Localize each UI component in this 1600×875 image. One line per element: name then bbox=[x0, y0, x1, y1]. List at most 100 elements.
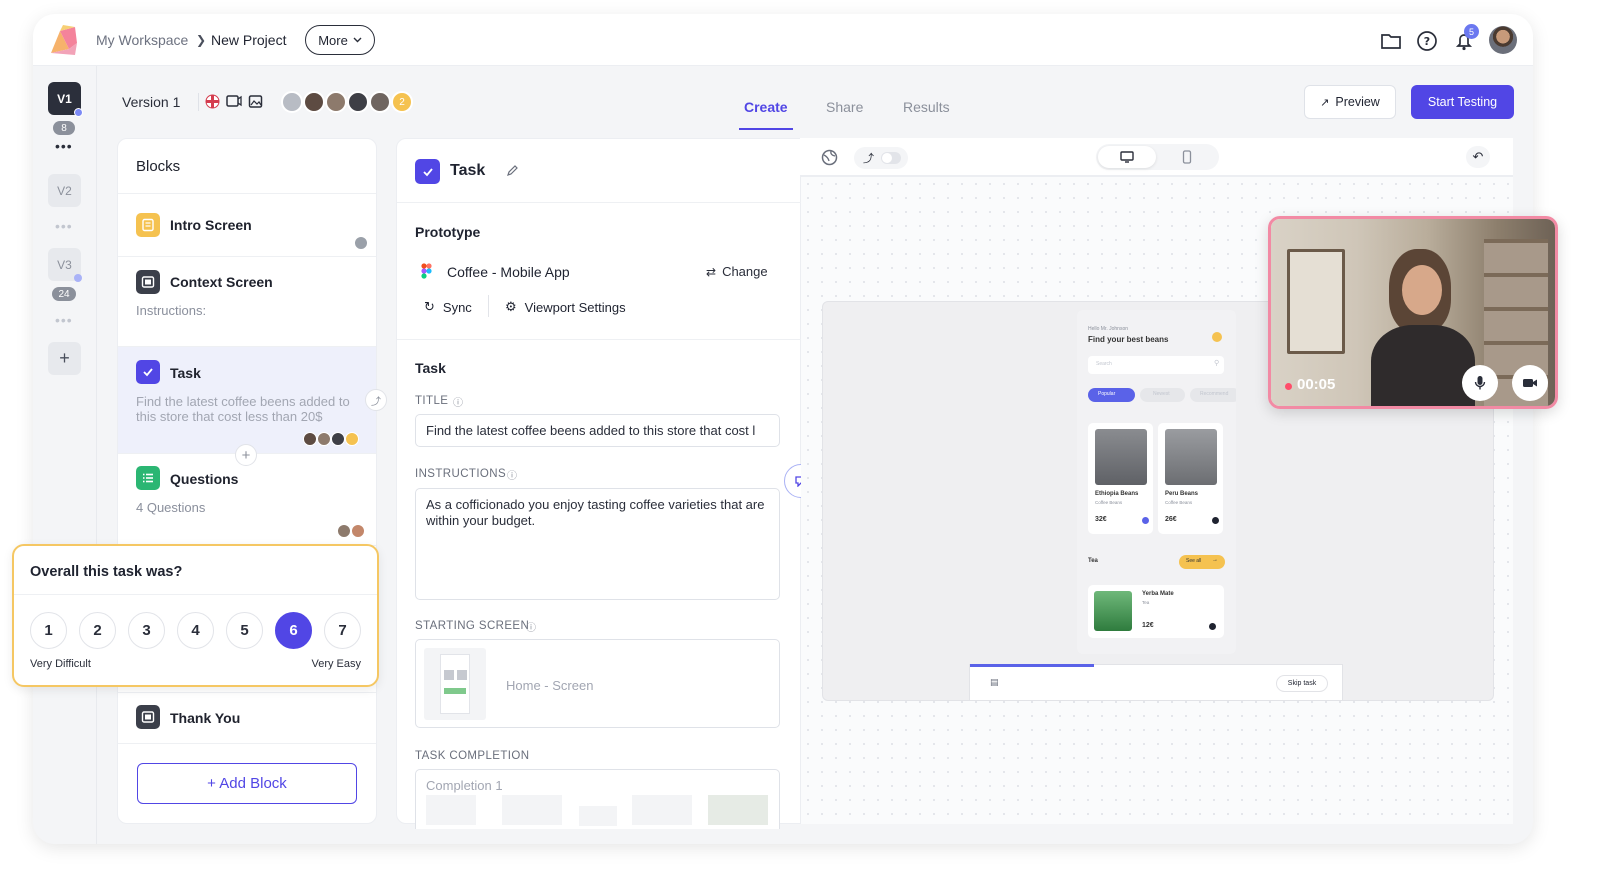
divider bbox=[198, 93, 199, 111]
skip-task-button[interactable]: Skip task bbox=[1276, 675, 1328, 692]
arrow-up-right-icon: ↗ bbox=[1320, 96, 1330, 109]
image-icon[interactable] bbox=[248, 94, 263, 109]
version-v3-count: 24 bbox=[52, 287, 76, 301]
svg-text:?: ? bbox=[1424, 35, 1430, 48]
phone-greeting: Hello Mr. Johnson bbox=[1088, 326, 1129, 332]
starting-screen-name: Home - Screen bbox=[506, 678, 594, 693]
microphone-button[interactable] bbox=[1462, 365, 1498, 401]
chevron-down-icon bbox=[353, 37, 362, 43]
breadcrumb-project[interactable]: New Project bbox=[211, 32, 286, 48]
phone-headline: Find your best beans bbox=[1088, 335, 1169, 344]
block-assignee-avatar bbox=[354, 236, 368, 250]
help-icon[interactable]: ? bbox=[1416, 30, 1438, 52]
prototype-phone-screen[interactable]: Hello Mr. Johnson Find your best beans S… bbox=[1077, 310, 1236, 654]
collaborator-avatar[interactable] bbox=[325, 91, 347, 113]
context-screen-icon bbox=[136, 270, 160, 294]
rating-option-7[interactable]: 7 bbox=[324, 612, 361, 649]
rating-option-2[interactable]: 2 bbox=[79, 612, 116, 649]
preview-label: Preview bbox=[1335, 95, 1380, 109]
desktop-view-button[interactable] bbox=[1098, 146, 1156, 168]
block-title: Task bbox=[170, 365, 201, 381]
breadcrumb-workspace[interactable]: My Workspace bbox=[96, 32, 188, 48]
task-completion-label: TASK COMPLETION bbox=[415, 750, 530, 762]
canvas-toolbar: ⤴ ↶ bbox=[800, 138, 1513, 176]
info-icon[interactable]: ⓘ bbox=[453, 394, 463, 409]
more-button[interactable]: More bbox=[305, 25, 375, 55]
rating-option-6-selected[interactable]: 6 bbox=[275, 612, 312, 649]
info-icon[interactable]: ⓘ bbox=[526, 619, 536, 634]
add-version-button[interactable]: + bbox=[48, 342, 81, 375]
collaborator-avatar[interactable] bbox=[303, 91, 325, 113]
version-v3-more-icon[interactable]: ••• bbox=[55, 312, 73, 328]
version-v1-more-icon[interactable]: ••• bbox=[55, 138, 73, 154]
more-label: More bbox=[318, 32, 348, 48]
block-intro-screen[interactable]: Intro Screen bbox=[118, 194, 376, 257]
block-thank-you[interactable]: Thank You bbox=[118, 692, 376, 744]
task-info-icon[interactable]: ▤ bbox=[990, 677, 999, 688]
hotspot-icon: ⤴ bbox=[863, 153, 874, 165]
tab-share[interactable]: Share bbox=[826, 99, 863, 115]
preview-button[interactable]: ↗ Preview bbox=[1304, 85, 1396, 119]
edit-pencil-icon[interactable] bbox=[506, 164, 519, 177]
rating-option-3[interactable]: 3 bbox=[128, 612, 165, 649]
block-assignee-avatar bbox=[331, 432, 345, 446]
editor-header: Task bbox=[450, 162, 486, 179]
app-logo-icon[interactable] bbox=[47, 23, 81, 57]
mobile-view-icon[interactable] bbox=[1182, 150, 1192, 164]
instructions-textarea[interactable]: As a cofficionado you enjoy tasting coff… bbox=[415, 488, 780, 600]
figma-icon bbox=[421, 263, 432, 279]
window-frame bbox=[1287, 249, 1345, 354]
starting-screen-selector[interactable]: Home - Screen bbox=[415, 639, 780, 728]
add-block-button[interactable]: + Add Block bbox=[137, 763, 357, 804]
camera-button[interactable] bbox=[1512, 365, 1548, 401]
folder-icon[interactable] bbox=[1380, 30, 1402, 52]
completion-name: Completion 1 bbox=[426, 778, 503, 793]
viewport-settings-button[interactable]: ⚙ Viewport Settings bbox=[505, 299, 626, 315]
tab-create[interactable]: Create bbox=[744, 99, 788, 115]
hotspot-toggle[interactable]: ⤴ bbox=[854, 147, 908, 169]
version-rail: V1 8 ••• V2 ••• V3 24 ••• + bbox=[33, 66, 97, 844]
rating-option-4[interactable]: 4 bbox=[177, 612, 214, 649]
user-avatar[interactable] bbox=[1489, 26, 1517, 54]
recording-timer: 00:05 bbox=[1297, 376, 1336, 393]
block-subtitle: 4 Questions bbox=[136, 500, 206, 515]
swap-icon: ⇄ bbox=[706, 264, 717, 279]
change-prototype-button[interactable]: ⇄ Change bbox=[706, 264, 768, 279]
block-context-screen[interactable]: Context Screen Instructions: bbox=[118, 257, 376, 347]
version-v2-button[interactable]: V2 bbox=[48, 174, 81, 207]
rating-high-label: Very Easy bbox=[311, 658, 361, 670]
collaborators-extra-count[interactable]: 2 bbox=[391, 91, 413, 113]
start-testing-button[interactable]: Start Testing bbox=[1411, 85, 1514, 119]
task-progress-fill bbox=[970, 664, 1094, 667]
collaborator-avatar[interactable] bbox=[347, 91, 369, 113]
collaborator-avatar[interactable] bbox=[281, 91, 303, 113]
block-questions[interactable]: Questions 4 Questions bbox=[118, 454, 376, 546]
globe-icon[interactable] bbox=[821, 149, 838, 166]
divider bbox=[488, 295, 489, 317]
tab-results[interactable]: Results bbox=[903, 99, 950, 115]
divider bbox=[397, 202, 801, 203]
sync-button[interactable]: ↻ Sync bbox=[424, 299, 472, 315]
screen-recording-icon[interactable] bbox=[226, 94, 242, 109]
title-input[interactable]: Find the latest coffee beens added to th… bbox=[415, 414, 780, 447]
blocks-panel: Blocks Intro Screen Context Screen Instr… bbox=[117, 138, 387, 824]
instructions-field-label: INSTRUCTIONS bbox=[415, 468, 507, 480]
version-v2-more-icon[interactable]: ••• bbox=[55, 218, 73, 234]
phone-search-icon: ⚲ bbox=[1214, 360, 1220, 367]
project-subbar: Version 1 2 Create Share Results ↗ Previ… bbox=[98, 66, 1533, 138]
microphone-icon bbox=[1474, 376, 1486, 390]
undo-icon[interactable]: ↶ bbox=[1466, 146, 1490, 168]
flag-uk-icon[interactable] bbox=[205, 94, 220, 109]
desktop-icon bbox=[1120, 151, 1134, 163]
rating-option-1[interactable]: 1 bbox=[30, 612, 67, 649]
collaborator-avatar[interactable] bbox=[369, 91, 391, 113]
block-assignee-avatar bbox=[345, 432, 359, 446]
rating-option-5[interactable]: 5 bbox=[226, 612, 263, 649]
task-checkbox-icon bbox=[136, 360, 160, 384]
info-icon[interactable]: ⓘ bbox=[507, 467, 517, 482]
block-task-selected[interactable]: Task Find the latest coffee beens added … bbox=[118, 347, 387, 466]
title-field-label: TITLE bbox=[415, 395, 449, 407]
completion-selector[interactable]: Completion 1 bbox=[415, 769, 780, 829]
task-editor-panel: Task Prototype Coffee - Mobile App ⇄ Cha… bbox=[396, 138, 801, 829]
branch-logic-icon[interactable]: ⤴ bbox=[365, 389, 387, 411]
